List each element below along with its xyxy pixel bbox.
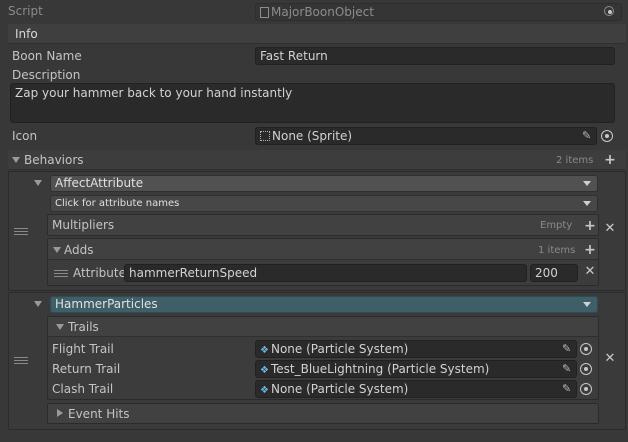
boon-name-input[interactable]: Fast Return bbox=[255, 47, 615, 65]
return-trail-label: Return Trail bbox=[52, 362, 121, 376]
flight-trail-field[interactable]: ❖ None (Particle System) bbox=[255, 340, 577, 358]
description-textarea[interactable]: Zap your hammer back to your hand instan… bbox=[10, 83, 615, 123]
behaviors-header[interactable] bbox=[8, 150, 626, 170]
boon-name-label: Boon Name bbox=[12, 49, 82, 63]
script-value: MajorBoonObject bbox=[271, 5, 374, 19]
multipliers-status: Empty bbox=[540, 220, 573, 231]
return-trail-field[interactable]: ❖ Test_BlueLightning (Particle System) bbox=[255, 360, 577, 378]
icon-value: None (Sprite) bbox=[272, 129, 353, 143]
behaviors-add-icon[interactable]: + bbox=[603, 153, 617, 167]
hammer-particles-type-dropdown[interactable]: HammerParticles bbox=[50, 296, 598, 313]
script-file-icon bbox=[260, 7, 269, 18]
flight-trail-value: None (Particle System) bbox=[270, 342, 409, 356]
multipliers-label: Multipliers bbox=[52, 218, 115, 232]
trails-label: Trails bbox=[68, 320, 99, 334]
affect-attribute-type-dropdown[interactable]: AffectAttribute bbox=[50, 175, 598, 192]
script-picker-icon[interactable] bbox=[604, 6, 614, 16]
particle-system-icon: ❖ bbox=[260, 365, 269, 376]
trails-foldout-icon[interactable] bbox=[56, 324, 64, 330]
clash-trail-label: Clash Trail bbox=[52, 382, 114, 396]
clash-trail-field[interactable]: ❖ None (Particle System) bbox=[255, 380, 577, 398]
adds-attribute-value-input[interactable]: 200 bbox=[530, 264, 578, 282]
icon-picker-icon[interactable] bbox=[601, 130, 613, 142]
multipliers-list bbox=[47, 214, 599, 236]
adds-attribute-label: Attribute bbox=[73, 266, 126, 280]
pencil-icon[interactable]: ✎ bbox=[562, 343, 571, 355]
trails-header[interactable] bbox=[48, 317, 598, 337]
particle-system-icon: ❖ bbox=[260, 345, 269, 356]
return-trail-picker-icon[interactable] bbox=[580, 363, 592, 375]
adds-attribute-name-input[interactable]: hammerReturnSpeed bbox=[124, 264, 527, 282]
adds-header[interactable] bbox=[48, 239, 598, 260]
info-header-label: Info bbox=[15, 27, 38, 41]
adds-count: 1 items bbox=[538, 245, 576, 256]
particle-system-icon: ❖ bbox=[260, 385, 269, 396]
event-hits-header[interactable] bbox=[47, 403, 599, 424]
adds-row-drag-handle-icon[interactable] bbox=[54, 270, 68, 278]
drag-handle-icon[interactable] bbox=[14, 228, 28, 236]
adds-row-remove-icon[interactable]: ✕ bbox=[583, 265, 597, 279]
event-hits-foldout-icon[interactable] bbox=[57, 409, 63, 417]
remove-behavior-icon[interactable]: ✕ bbox=[603, 222, 617, 236]
pencil-icon[interactable]: ✎ bbox=[582, 130, 591, 142]
script-field[interactable]: MajorBoonObject bbox=[255, 3, 622, 21]
return-trail-value: Test_BlueLightning (Particle System) bbox=[270, 362, 490, 376]
affect-attribute-type-label: AffectAttribute bbox=[55, 176, 144, 190]
attribute-names-dropdown[interactable]: Click for attribute names bbox=[50, 195, 598, 212]
behaviors-count: 2 items bbox=[556, 155, 594, 166]
flight-trail-label: Flight Trail bbox=[52, 342, 114, 356]
adds-add-icon[interactable]: + bbox=[583, 243, 597, 257]
icon-label: Icon bbox=[12, 129, 38, 143]
sprite-icon bbox=[260, 131, 270, 141]
dropdown-arrow-icon bbox=[583, 201, 591, 206]
behaviors-foldout-icon[interactable] bbox=[12, 157, 20, 163]
clash-trail-picker-icon[interactable] bbox=[580, 383, 592, 395]
affect-attribute-foldout-icon[interactable] bbox=[34, 180, 42, 186]
dropdown-arrow-icon bbox=[583, 302, 591, 307]
hammer-particles-type-label: HammerParticles bbox=[55, 297, 158, 311]
remove-behavior-icon[interactable]: ✕ bbox=[603, 352, 617, 366]
multipliers-add-icon[interactable]: + bbox=[583, 219, 597, 233]
hammer-particles-foldout-icon[interactable] bbox=[34, 301, 42, 307]
adds-foldout-icon[interactable] bbox=[53, 247, 61, 253]
drag-handle-icon[interactable] bbox=[14, 357, 28, 365]
script-label: Script bbox=[8, 4, 43, 18]
adds-label: Adds bbox=[64, 243, 94, 257]
pencil-icon[interactable]: ✎ bbox=[562, 363, 571, 375]
clash-trail-value: None (Particle System) bbox=[270, 382, 409, 396]
event-hits-label: Event Hits bbox=[68, 407, 130, 421]
attribute-names-placeholder: Click for attribute names bbox=[55, 198, 180, 209]
pencil-icon[interactable]: ✎ bbox=[562, 383, 571, 395]
flight-trail-picker-icon[interactable] bbox=[580, 343, 592, 355]
behaviors-label: Behaviors bbox=[24, 153, 84, 167]
info-header bbox=[8, 24, 626, 44]
description-label: Description bbox=[12, 68, 81, 82]
icon-field[interactable]: None (Sprite) bbox=[255, 127, 597, 145]
dropdown-arrow-icon bbox=[583, 181, 591, 186]
